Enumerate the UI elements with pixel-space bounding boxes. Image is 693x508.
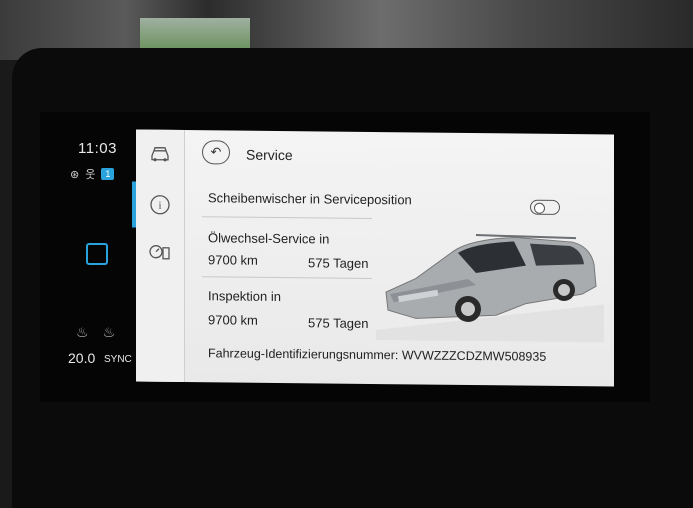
status-strip: 11:03 ⊛ 웃 1 ♨ ♨ 20.0 SYNC [60, 128, 136, 378]
nav-item-vehicle[interactable] [144, 142, 176, 168]
inspection-distance: 9700 km [208, 312, 258, 328]
sync-button[interactable]: SYNC [104, 354, 132, 365]
svg-text:i: i [158, 200, 161, 212]
temperature-display[interactable]: 20.0 [68, 350, 95, 366]
clock: 11:03 [78, 140, 117, 157]
nav-item-service[interactable] [144, 240, 176, 266]
nav-item-info[interactable]: i [144, 192, 176, 218]
seat-ventilation-icon[interactable]: ♨ [103, 324, 116, 341]
divider [202, 216, 372, 219]
car-icon [151, 147, 169, 162]
vehicle-image [376, 234, 604, 343]
fuel-service-icon [149, 245, 170, 260]
wiper-service-label: Scheibenwischer in Serviceposition [208, 190, 412, 208]
service-panel: i ↶ Service Scheibenwischer in Servicepo… [132, 129, 614, 387]
vin-text: Fahrzeug-Identifizierungsnummer: WVWZZZC… [208, 346, 547, 364]
temperature-value: 20.0 [68, 350, 96, 366]
person-icon: 웃 [85, 169, 96, 181]
home-button[interactable] [86, 243, 108, 265]
globe-icon: ⊛ [70, 168, 80, 181]
inspection-days: 575 Tagen [308, 315, 369, 331]
oil-service-days: 575 Tagen [308, 255, 369, 271]
page-title: Service [246, 146, 293, 164]
oil-service-label: Ölwechsel-Service in [208, 230, 330, 247]
inspection-label: Inspektion in [208, 288, 281, 305]
oil-service-distance: 9700 km [208, 252, 258, 268]
status-row: ⊛ 웃 1 [70, 166, 115, 182]
seat-heating-controls: ♨ ♨ [76, 324, 115, 341]
seat-heating-icon[interactable]: ♨ [76, 324, 89, 341]
back-button[interactable]: ↶ [202, 140, 230, 165]
info-icon: i [150, 195, 170, 215]
back-arrow-icon: ↶ [210, 144, 222, 160]
side-nav: i [132, 129, 185, 383]
wiper-service-toggle[interactable] [530, 199, 560, 215]
divider [202, 276, 372, 279]
nav-active-indicator [132, 181, 136, 228]
notification-badge[interactable]: 1 [101, 168, 115, 180]
